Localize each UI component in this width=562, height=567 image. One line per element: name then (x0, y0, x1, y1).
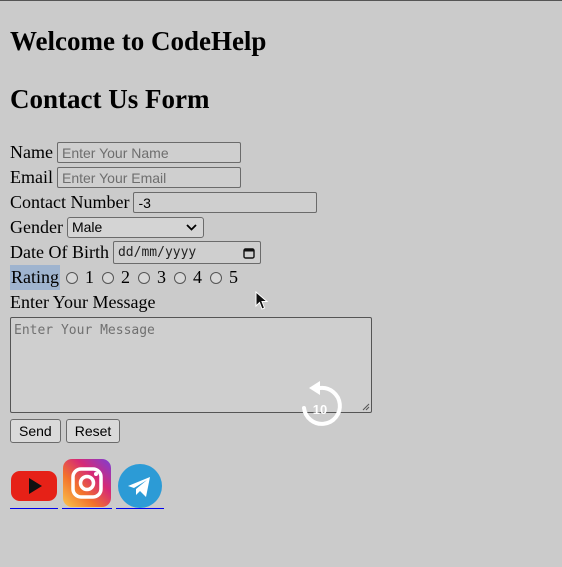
message-label: Enter Your Message (10, 292, 156, 312)
reset-button[interactable]: Reset (65, 419, 121, 443)
gender-selected-value: Male (71, 219, 103, 235)
dob-placeholder: dd/mm/yyyy (117, 245, 197, 260)
email-row: Email (10, 165, 372, 190)
radio-button[interactable] (138, 271, 150, 284)
youtube-link[interactable] (10, 456, 58, 509)
rating-option-label: 1 (85, 267, 94, 287)
resize-handle-icon[interactable] (362, 403, 370, 411)
calendar-icon[interactable] (243, 247, 255, 259)
name-row: Name (10, 140, 372, 165)
rating-option-5[interactable]: 5 (210, 265, 238, 290)
gender-row: Gender Male (10, 215, 372, 240)
rating-option-label: 5 (229, 267, 238, 287)
radio-button[interactable] (102, 271, 114, 284)
contact-label: Contact Number (10, 192, 130, 212)
replay-10-icon[interactable]: 10 (296, 380, 344, 432)
rating-option-4[interactable]: 4 (174, 265, 202, 290)
message-label-row: Enter Your Message (10, 290, 372, 315)
instagram-link[interactable] (62, 456, 112, 509)
dob-row: Date Of Birth dd/mm/yyyy (10, 240, 372, 265)
instagram-icon (63, 459, 111, 507)
social-links (10, 456, 168, 509)
telegram-link[interactable] (116, 456, 164, 509)
replay-10-overlay[interactable]: 10 (296, 380, 344, 432)
rating-option-label: 2 (121, 267, 130, 287)
top-border (0, 0, 562, 1)
rating-option-3[interactable]: 3 (138, 265, 166, 290)
send-button[interactable]: Send (10, 419, 61, 443)
page-title: Welcome to CodeHelp (10, 26, 267, 56)
telegram-icon (118, 464, 162, 508)
gender-label: Gender (10, 217, 63, 237)
rating-option-label: 3 (157, 267, 166, 287)
radio-button[interactable] (66, 271, 78, 284)
youtube-icon (11, 471, 57, 501)
radio-button[interactable] (174, 271, 186, 284)
gender-select[interactable]: Male (66, 217, 204, 238)
radio-button[interactable] (210, 271, 222, 284)
message-placeholder: Enter Your Message (14, 323, 155, 338)
dob-input[interactable]: dd/mm/yyyy (112, 241, 261, 264)
chevron-down-icon (186, 224, 197, 231)
name-input[interactable] (56, 142, 241, 163)
rating-option-1[interactable]: 1 (66, 265, 94, 290)
contact-number-input[interactable] (133, 192, 318, 213)
rating-option-2[interactable]: 2 (102, 265, 130, 290)
name-label: Name (10, 142, 53, 162)
replay-seconds-text: 10 (313, 402, 327, 417)
contact-row: Contact Number (10, 190, 372, 215)
rating-option-label: 4 (193, 267, 202, 287)
rating-row: Rating 1 2 3 4 5 (10, 265, 372, 290)
dob-label: Date Of Birth (10, 242, 109, 262)
mouse-cursor-icon (255, 291, 269, 310)
email-label: Email (10, 167, 53, 187)
form-title: Contact Us Form (10, 84, 210, 114)
rating-label: Rating (10, 265, 60, 290)
email-input[interactable] (57, 167, 241, 188)
